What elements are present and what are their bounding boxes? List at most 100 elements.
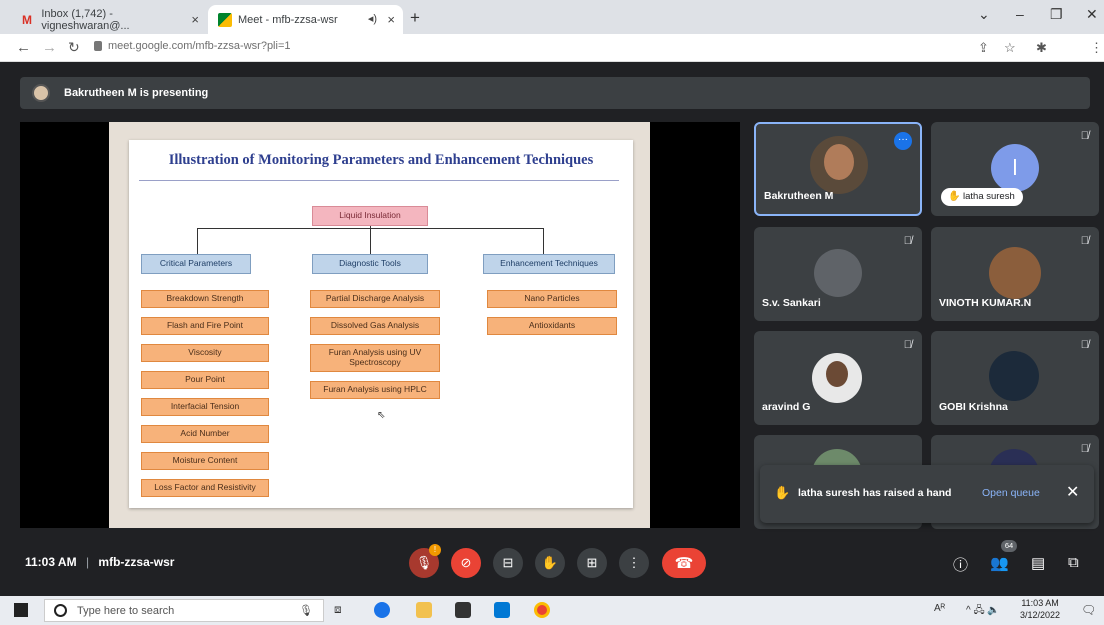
close-icon[interactable]: × (191, 12, 199, 27)
tab-gmail-label: Inbox (1,742) - vigneshwaran@... (41, 7, 130, 32)
participant-tile[interactable]: l 🎙̸ ✋ latha suresh (931, 122, 1099, 216)
category-node: Critical Parameters (141, 254, 251, 274)
address-bar: ← → ↻ meet.google.com/mfb-zzsa-wsr?pli=1… (0, 34, 1104, 90)
new-tab-button[interactable]: + (410, 8, 420, 28)
mic-off-icon: 🎙̸ (903, 235, 912, 247)
lock-icon[interactable] (94, 41, 102, 51)
control-bar: 11:03 AM | mfb-zzsa-wsr 🎙 ! ⊘ ⊟ ✋ ⊞ ⋮ ☎ … (0, 532, 1104, 590)
file-explorer-icon[interactable] (416, 602, 432, 618)
meeting-info: 11:03 AM | mfb-zzsa-wsr (25, 555, 174, 569)
url-field[interactable]: meet.google.com/mfb-zzsa-wsr?pli=1 (108, 40, 291, 52)
slide-card: Illustration of Monitoring Parameters an… (129, 140, 633, 508)
participant-tile[interactable]: ··· Bakrutheen M (754, 122, 922, 216)
participant-tile[interactable]: 🎙̸ S.v. Sankari (754, 227, 922, 321)
task-view-icon[interactable]: ⧈ (334, 602, 342, 617)
participant-tile[interactable]: 🎙̸ VINOTH KUMAR.N (931, 227, 1099, 321)
windows-start-icon[interactable] (14, 603, 28, 617)
avatar (989, 247, 1041, 299)
more-icon: ⋮ (627, 555, 641, 570)
slide-title: Illustration of Monitoring Parameters an… (168, 152, 594, 168)
close-icon[interactable]: ✕ (1066, 482, 1079, 502)
tool-node: Furan Analysis using UV Spectroscopy (310, 344, 440, 372)
parameter-node: Flash and Fire Point (141, 317, 269, 335)
mic-toggle-button[interactable]: 🎙 ! (409, 544, 441, 578)
leave-call-button[interactable]: ☎ (662, 548, 706, 578)
participant-name: latha suresh (963, 191, 1015, 202)
taskbar: Type here to search 🎙 ⧈ Aᴿ ^ 🖧 🔈 11:03 A… (0, 596, 1104, 625)
mic-off-icon: 🎙̸ (903, 339, 912, 351)
present-button[interactable]: ⊞ (577, 548, 607, 578)
hand-icon: ✋ (541, 555, 559, 570)
avatar (810, 136, 868, 194)
parameter-node: Viscosity (141, 344, 269, 362)
participant-tile[interactable]: 🎙̸ GOBI Krishna (931, 331, 1099, 425)
info-icon[interactable]: ⓘ (953, 554, 968, 575)
forward-icon[interactable]: → (42, 39, 57, 56)
edge-icon[interactable] (374, 602, 390, 618)
parameter-node: Pour Point (141, 371, 269, 389)
share-icon[interactable]: ⇪ (978, 40, 989, 56)
camera-off-icon: ⊘ (460, 555, 472, 570)
search-placeholder: Type here to search (77, 604, 175, 617)
technique-node: Nano Particles (487, 290, 617, 308)
more-options-icon[interactable]: ··· (894, 132, 912, 150)
participant-name: GOBI Krishna (939, 401, 1008, 413)
technique-node: Antioxidants (487, 317, 617, 335)
people-icon[interactable]: 👥 (990, 554, 1009, 572)
meet-area: Bakrutheen M is presenting Illustration … (0, 62, 1104, 590)
tab-search-icon[interactable]: ⌄ (978, 6, 990, 23)
activities-icon[interactable]: ⧉ (1068, 554, 1079, 571)
avatar: l (991, 144, 1039, 192)
chat-icon[interactable]: ▤ (1031, 554, 1045, 572)
slide: Illustration of Monitoring Parameters an… (109, 122, 650, 528)
participant-name: Bakrutheen M (764, 190, 834, 202)
people-count-badge: 64 (1001, 540, 1017, 552)
chrome-icon[interactable] (534, 602, 550, 618)
hand-icon: ✋ (774, 485, 791, 500)
warning-icon: ! (429, 544, 441, 556)
window-close-icon[interactable]: ✕ (1086, 6, 1098, 23)
participant-tile[interactable]: 🎙̸ aravind G (754, 331, 922, 425)
tool-node: Partial Discharge Analysis (310, 290, 440, 308)
taskbar-search[interactable]: Type here to search 🎙 (44, 599, 324, 622)
captions-button[interactable]: ⊟ (493, 548, 523, 578)
mail-icon[interactable] (494, 602, 510, 618)
audio-icon[interactable]: ◂) (368, 12, 377, 25)
browser-tab-bar: M Inbox (1,742) - vigneshwaran@... × Mee… (0, 0, 1104, 34)
presenting-text: Bakrutheen M is presenting (64, 87, 209, 99)
people-tray-icon[interactable]: Aᴿ (934, 603, 945, 614)
tray-icons[interactable]: ^ 🖧 🔈 (966, 603, 1000, 620)
meet-icon (218, 12, 232, 27)
more-options-button[interactable]: ⋮ (619, 548, 649, 578)
toast-message: latha suresh has raised a hand (798, 487, 952, 499)
mic-icon[interactable]: 🎙 (299, 604, 313, 617)
store-icon[interactable] (455, 602, 471, 618)
raise-hand-button[interactable]: ✋ (535, 548, 565, 578)
participant-name: VINOTH KUMAR.N (939, 297, 1032, 309)
minimize-icon[interactable]: – (1016, 6, 1024, 22)
search-icon (54, 604, 67, 617)
back-icon[interactable]: ← (16, 39, 31, 56)
menu-icon[interactable]: ⋮ (1090, 40, 1103, 56)
camera-toggle-button[interactable]: ⊘ (451, 548, 481, 578)
notifications-icon[interactable]: 🗨 (1081, 603, 1096, 617)
reload-icon[interactable]: ↻ (68, 39, 80, 56)
parameter-node: Acid Number (141, 425, 269, 443)
restore-icon[interactable]: ❐ (1050, 6, 1063, 23)
avatar (32, 84, 50, 102)
parameter-node: Breakdown Strength (141, 290, 269, 308)
open-queue-button[interactable]: Open queue (982, 487, 1040, 499)
tab-meet[interactable]: Meet - mfb-zzsa-wsr ◂) × (208, 5, 403, 34)
presentation-stage: Illustration of Monitoring Parameters an… (20, 122, 740, 528)
close-icon[interactable]: × (387, 12, 395, 27)
star-icon[interactable]: ☆ (1004, 40, 1016, 56)
extensions-icon[interactable]: ✱ (1036, 40, 1047, 56)
taskbar-clock[interactable]: 11:03 AM 3/12/2022 (1020, 598, 1060, 621)
parameter-node: Interfacial Tension (141, 398, 269, 416)
tab-gmail[interactable]: M Inbox (1,742) - vigneshwaran@... × (12, 5, 207, 34)
divider (139, 180, 619, 181)
mic-off-icon: 🎙̸ (1080, 130, 1089, 142)
separator: | (85, 555, 90, 569)
cursor-icon: ⇖ (377, 410, 386, 421)
participant-name: aravind G (762, 401, 811, 413)
